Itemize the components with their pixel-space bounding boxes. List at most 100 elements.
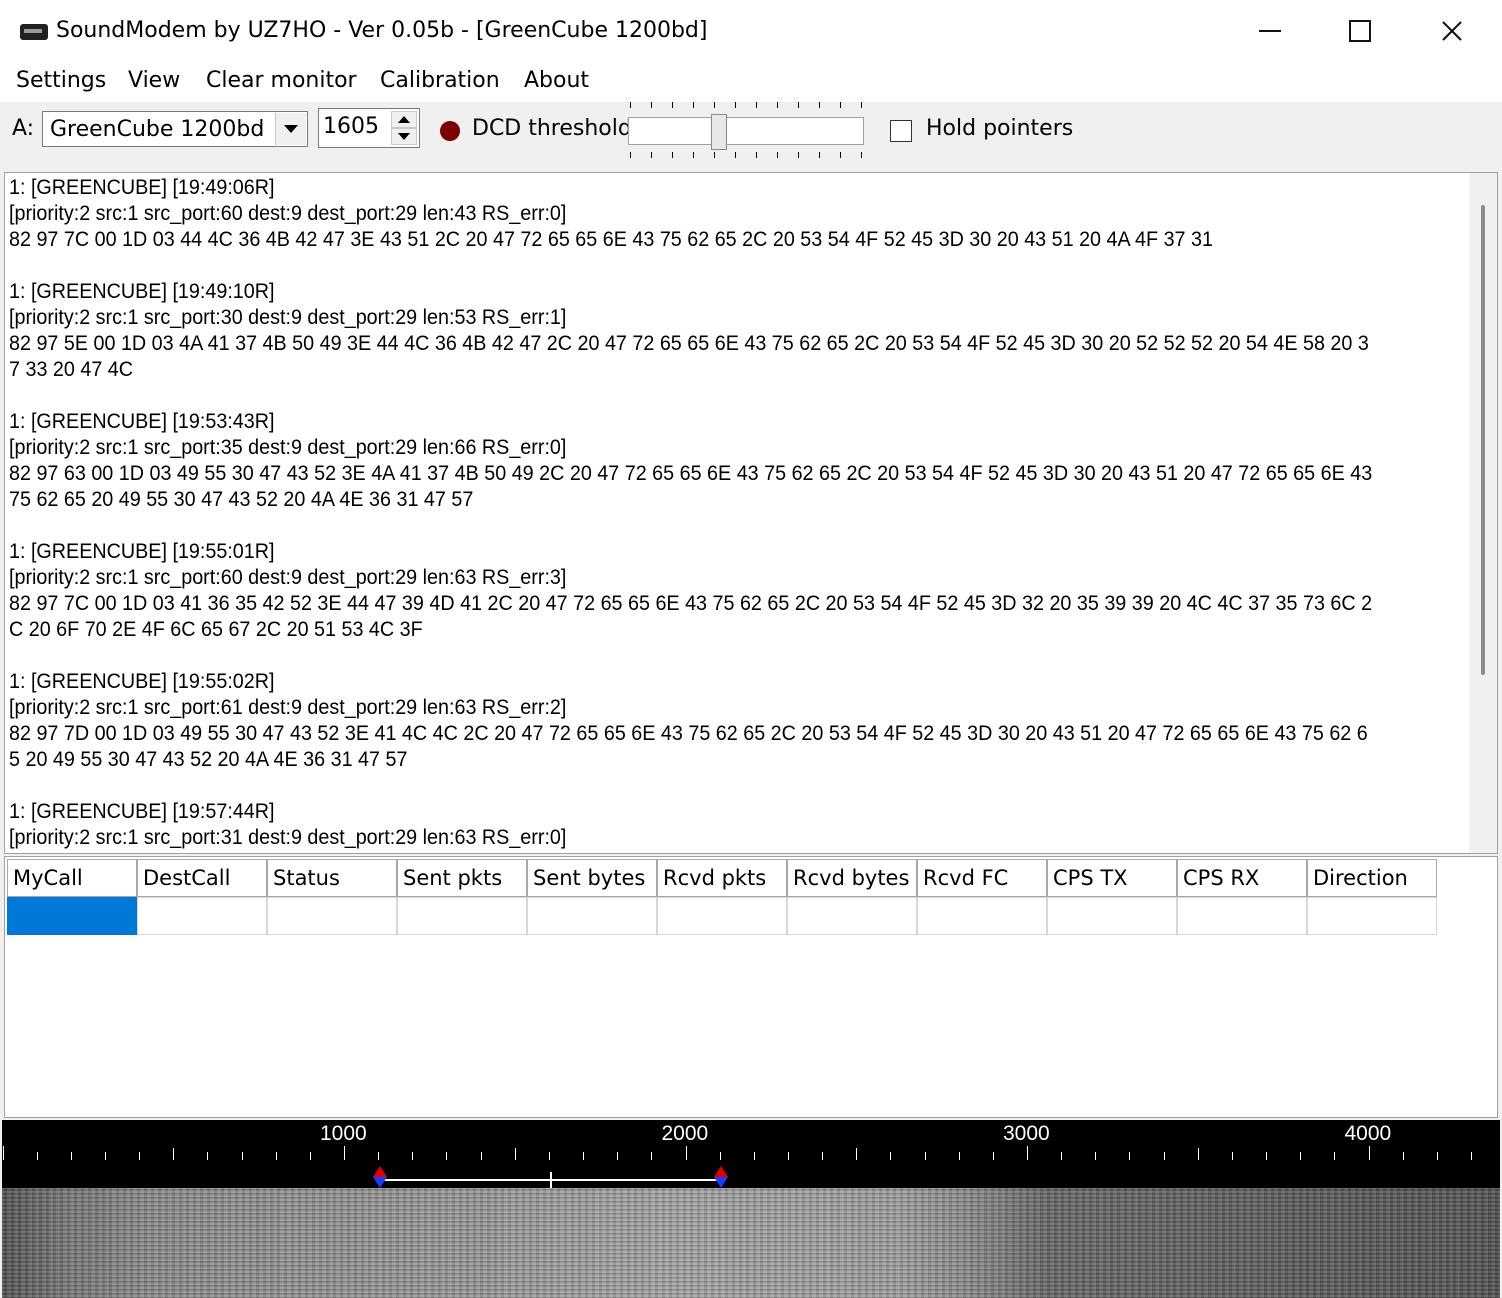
monitor-hex-line: 82 97 5E 00 1D 03 4A 41 37 4B 50 49 3E 4… — [9, 332, 1369, 381]
slider-tick — [630, 152, 631, 158]
high-frequency-marker[interactable] — [714, 1166, 729, 1188]
monitor-hex-line: 82 97 7C 00 1D 03 41 36 35 42 52 3E 44 4… — [9, 592, 1373, 641]
table-cell[interactable] — [657, 897, 787, 935]
slider-tick — [861, 152, 862, 158]
menu-view[interactable]: View — [128, 68, 180, 93]
column-header-mycall[interactable]: MyCall — [7, 859, 137, 897]
dcd-indicator-led — [440, 121, 460, 141]
table-cell[interactable] — [1047, 897, 1177, 935]
column-header-rcvd-bytes[interactable]: Rcvd bytes — [787, 859, 917, 897]
soundmodem-window: SoundModem by UZ7HO - Ver 0.05b - [Green… — [0, 0, 1502, 1298]
scale-tick — [1334, 1152, 1336, 1160]
scale-tick — [241, 1152, 243, 1160]
close-button[interactable] — [1422, 10, 1482, 52]
monitor-meta-line: [priority:2 src:1 src_port:61 dest:9 des… — [9, 696, 567, 719]
slider-tick — [819, 152, 820, 158]
frequency-down-button[interactable] — [391, 128, 417, 145]
table-cell[interactable] — [1177, 897, 1307, 935]
center-frequency-marker[interactable] — [549, 1172, 552, 1188]
close-icon — [1442, 21, 1462, 41]
slider-tick — [840, 152, 841, 158]
slider-thumb[interactable] — [710, 114, 727, 150]
marker-down-icon — [714, 1177, 729, 1188]
table-cell[interactable] — [787, 897, 917, 935]
hold-pointers-checkbox[interactable] — [890, 120, 912, 142]
column-header-rcvd-pkts[interactable]: Rcvd pkts — [657, 859, 787, 897]
column-header-status[interactable]: Status — [267, 859, 397, 897]
monitor-entry: 1: [GREENCUBE] [19:55:01R] [priority:2 sr… — [9, 539, 1378, 643]
frequency-value: 1605 — [323, 114, 379, 139]
monitor-hex-line: 82 97 7C 00 1D 03 44 4C 36 4B 42 47 3E 4… — [9, 228, 1213, 251]
slider-tick — [840, 102, 841, 108]
column-header-cps-rx[interactable]: CPS RX — [1177, 859, 1307, 897]
maximize-icon — [1349, 20, 1371, 42]
column-header-direction[interactable]: Direction — [1307, 859, 1437, 897]
monitor-meta-line: [priority:2 src:1 src_port:35 dest:9 des… — [9, 436, 567, 459]
menu-settings[interactable]: Settings — [16, 68, 106, 93]
monitor-header-line: 1: [GREENCUBE] [19:55:01R] — [9, 540, 275, 563]
column-header-cps-tx[interactable]: CPS TX — [1047, 859, 1177, 897]
monitor-panel[interactable]: 1: [GREENCUBE] [19:49:06R] [priority:2 sr… — [4, 172, 1498, 854]
table-cell[interactable] — [1307, 897, 1437, 935]
monitor-text: 1: [GREENCUBE] [19:49:06R] [priority:2 sr… — [9, 175, 1378, 853]
slider-track — [628, 117, 864, 145]
scale-tick — [1436, 1152, 1438, 1160]
menu-calibration[interactable]: Calibration — [380, 68, 500, 93]
table-cell[interactable] — [397, 897, 527, 935]
monitor-meta-line: [priority:2 src:1 src_port:30 dest:9 des… — [9, 306, 567, 329]
scrollbar-thumb[interactable] — [1481, 205, 1485, 675]
menu-about[interactable]: About — [524, 68, 589, 93]
table-cell[interactable] — [7, 897, 137, 935]
monitor-meta-line: [priority:2 src:1 src_port:60 dest:9 des… — [9, 566, 567, 589]
column-header-sent-bytes[interactable]: Sent bytes — [527, 859, 657, 897]
modem-select[interactable]: GreenCube 1200bd — [42, 111, 308, 147]
scale-tick — [992, 1152, 994, 1160]
scale-tick — [1129, 1152, 1131, 1160]
slider-tick — [798, 152, 799, 158]
dcd-threshold-slider[interactable] — [620, 102, 868, 162]
column-header-destcall[interactable]: DestCall — [137, 859, 267, 897]
frequency-up-button[interactable] — [391, 111, 417, 128]
slider-tick — [714, 152, 715, 158]
monitor-entry: 1: [GREENCUBE] [19:49:10R] [priority:2 sr… — [9, 279, 1378, 383]
table-cell[interactable] — [917, 897, 1047, 935]
scale-tick — [1027, 1146, 1028, 1160]
frequency-spinner[interactable]: 1605 — [318, 108, 420, 148]
slider-tick — [693, 152, 694, 158]
scale-tick — [378, 1152, 380, 1160]
column-header-sent-pkts[interactable]: Sent pkts — [397, 859, 527, 897]
monitor-scrollbar[interactable] — [1469, 173, 1497, 853]
slider-tick — [651, 102, 652, 108]
modem-select-dropdown-button[interactable] — [275, 113, 306, 145]
arrow-down-icon — [398, 133, 410, 140]
slider-tick — [861, 102, 862, 108]
table-cell[interactable] — [267, 897, 397, 935]
scale-tick — [446, 1152, 448, 1160]
scale-tick — [139, 1152, 141, 1160]
scale-tick — [104, 1152, 106, 1160]
scale-tick — [514, 1148, 516, 1160]
table-cell[interactable] — [137, 897, 267, 935]
minimize-button[interactable] — [1240, 10, 1300, 52]
scale-tick — [753, 1152, 755, 1160]
menu-clear-monitor[interactable]: Clear monitor — [206, 68, 357, 93]
slider-tick — [714, 102, 715, 108]
scale-tick — [548, 1152, 550, 1160]
channel-label: A: — [12, 116, 35, 141]
maximize-button[interactable] — [1330, 10, 1390, 52]
title-bar: SoundModem by UZ7HO - Ver 0.05b - [Green… — [0, 0, 1502, 62]
table-cell[interactable] — [527, 897, 657, 935]
waterfall-display[interactable]: 1000 2000 3000 4000 — [2, 1120, 1500, 1298]
column-header-rcvd-fc[interactable]: Rcvd FC — [917, 859, 1047, 897]
scale-label: 1000 — [320, 1122, 367, 1145]
scale-tick — [1095, 1152, 1097, 1160]
scale-tick — [344, 1146, 345, 1160]
low-frequency-marker[interactable] — [372, 1166, 387, 1188]
scale-tick — [173, 1148, 175, 1160]
scale-tick — [207, 1152, 209, 1160]
slider-tick — [756, 152, 757, 158]
window-title: SoundModem by UZ7HO - Ver 0.05b - [Green… — [56, 18, 708, 43]
slider-tick — [630, 102, 631, 108]
scale-label: 2000 — [661, 1122, 709, 1145]
monitor-hex-line: 82 97 63 00 1D 03 49 55 30 47 43 52 3E 4… — [9, 462, 1378, 511]
